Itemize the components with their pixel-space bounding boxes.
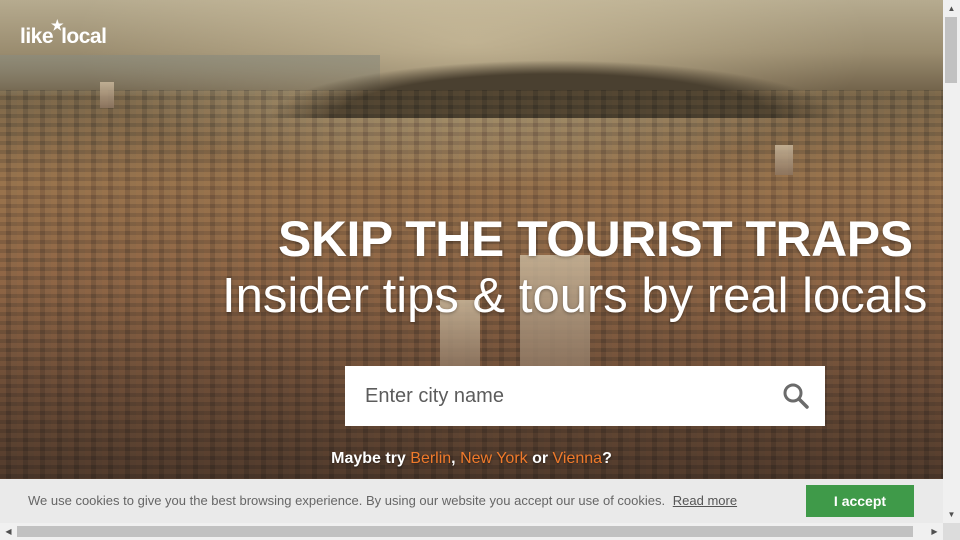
scroll-right-arrow-icon[interactable]: ▶: [926, 523, 943, 540]
site-logo[interactable]: like ★ local: [20, 16, 107, 54]
hero-headline: SKIP THE TOURIST TRAPS: [278, 211, 913, 267]
city-suggestions: Maybe try Berlin, New York or Vienna?: [0, 450, 943, 468]
scroll-left-arrow-icon[interactable]: ◀: [0, 523, 17, 540]
building: [100, 82, 114, 108]
scroll-down-arrow-icon[interactable]: ▼: [943, 506, 960, 523]
suggestions-sep: or: [527, 450, 553, 467]
suggestion-link-new-york[interactable]: New York: [460, 450, 528, 467]
scrollbar-corner: [943, 523, 960, 540]
read-more-link[interactable]: Read more: [673, 493, 737, 508]
logo-text-left: like: [20, 25, 54, 48]
suggestion-link-berlin[interactable]: Berlin: [410, 450, 451, 467]
accept-cookies-button[interactable]: I accept: [806, 485, 914, 517]
suggestions-sep: ,: [451, 450, 461, 467]
search-button[interactable]: [781, 381, 811, 411]
horizontal-scroll-thumb[interactable]: [17, 526, 913, 537]
logo-star-icon: ★: [51, 16, 64, 33]
suggestions-prefix: Maybe try: [331, 450, 411, 467]
cookie-message-row: We use cookies to give you the best brow…: [28, 493, 737, 508]
suggestion-link-vienna[interactable]: Vienna: [553, 450, 603, 467]
scroll-up-arrow-icon[interactable]: ▲: [943, 0, 960, 17]
search-icon: [783, 383, 809, 409]
hero-subline: Insider tips & tours by real locals: [222, 269, 928, 323]
logo-text-right: local: [61, 25, 107, 48]
city-search-box: [345, 366, 825, 426]
cookie-banner: We use cookies to give you the best brow…: [0, 479, 943, 523]
cookie-message: We use cookies to give you the best brow…: [28, 493, 666, 508]
suggestions-suffix: ?: [602, 450, 612, 467]
vertical-scrollbar[interactable]: ▲ ▼: [943, 0, 960, 523]
building: [775, 145, 793, 175]
city-search-input[interactable]: [345, 366, 767, 426]
vertical-scroll-thumb[interactable]: [945, 17, 957, 83]
horizontal-scrollbar[interactable]: ◀ ▶: [0, 523, 943, 540]
